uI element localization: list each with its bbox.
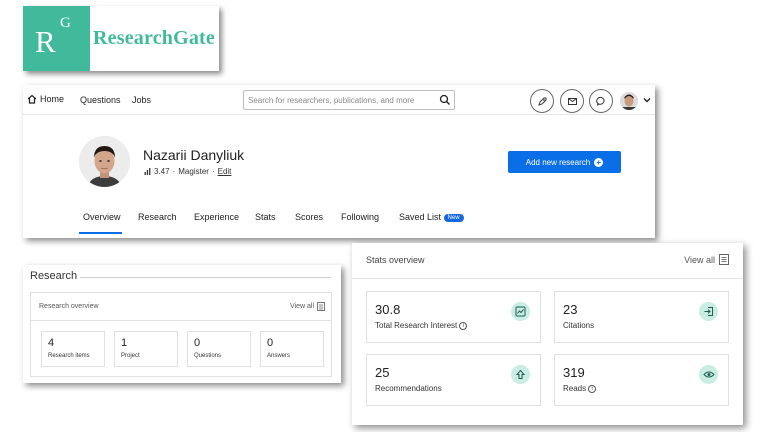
logo-mark-r: R	[35, 24, 56, 59]
meta-separator-2: ·	[211, 167, 215, 176]
answers-stat[interactable]: 0 Answers	[260, 331, 324, 367]
stat-value: 30.8	[375, 302, 401, 317]
meta-separator: ·	[172, 167, 176, 176]
researchgate-logo[interactable]: R G ResearchGate	[23, 6, 219, 71]
profile-degree: Magister	[178, 167, 209, 176]
logo-mark: R G	[23, 6, 90, 71]
logo-wordmark: ResearchGate	[93, 27, 215, 49]
tab-saved-list[interactable]: Saved List New	[399, 212, 464, 222]
recommendations-card[interactable]: 25 Recommendations	[366, 354, 541, 406]
stat-value: 23	[563, 302, 578, 317]
nav-home[interactable]: Home	[27, 94, 64, 104]
list-icon	[317, 302, 325, 311]
stat-label: Reads	[563, 384, 587, 393]
research-interest-score: 3.47	[154, 167, 170, 176]
total-research-interest-card[interactable]: 30.8 Total Research Interest i	[366, 291, 541, 343]
logo-mark-g: G	[60, 15, 71, 31]
add-new-research-button[interactable]: Add new research +	[508, 151, 621, 173]
stat-value: 4	[48, 337, 55, 349]
tab-saved-list-label: Saved List	[399, 212, 442, 222]
stat-value: 1	[121, 337, 128, 349]
research-view-all-link[interactable]: View all	[290, 302, 325, 311]
boost-button[interactable]	[530, 89, 554, 113]
stat-label-row: Citations	[563, 321, 594, 330]
view-all-label: View all	[290, 303, 314, 310]
stat-label: Research items	[48, 353, 90, 359]
messages-button[interactable]	[560, 89, 584, 113]
search-placeholder: Search for researchers, publications, an…	[248, 96, 415, 105]
research-overview-title: Research overview	[39, 303, 99, 310]
stat-label-row: Recommendations	[375, 384, 442, 393]
citations-card[interactable]: 23 Citations	[554, 291, 729, 343]
tab-research[interactable]: Research	[138, 212, 177, 222]
info-icon[interactable]: i	[588, 384, 597, 393]
stat-label: Citations	[563, 321, 595, 330]
stat-value: 319	[563, 365, 585, 380]
stat-label: Project	[121, 353, 140, 359]
view-all-label: View all	[684, 254, 715, 265]
tab-experience[interactable]: Experience	[194, 212, 239, 222]
research-items-stat[interactable]: 4 Research items	[41, 331, 105, 367]
stats-header: Stats overview View all	[352, 243, 743, 279]
chart-icon	[511, 302, 530, 321]
research-panel: Research Research overview View all 4 Re…	[23, 265, 341, 383]
info-icon[interactable]: i	[459, 321, 468, 330]
project-stat[interactable]: 1 Project	[114, 331, 178, 367]
questions-stat[interactable]: 0 Questions	[187, 331, 251, 367]
top-navigation: Home Questions Jobs Search for researche…	[23, 85, 655, 115]
stats-overview-panel: Stats overview View all 30.8 Total Resea…	[352, 243, 743, 425]
search-input[interactable]: Search for researchers, publications, an…	[243, 90, 455, 110]
stat-label: Questions	[194, 353, 222, 359]
research-overview-header: Research overview View all	[31, 293, 331, 321]
edit-link[interactable]: Edit	[218, 167, 232, 176]
profile-panel: Home Questions Jobs Search for researche…	[23, 85, 655, 238]
profile-name: Nazarii Danyliuk	[143, 147, 245, 163]
signal-bars-icon	[144, 168, 151, 175]
home-icon	[27, 94, 37, 104]
new-badge: New	[443, 214, 464, 222]
stats-view-all-link[interactable]: View all	[684, 254, 729, 265]
stat-label-row: Total Research Interest i	[375, 321, 468, 330]
tab-overview[interactable]: Overview	[83, 212, 121, 222]
tab-following[interactable]: Following	[341, 212, 379, 222]
tab-scores[interactable]: Scores	[295, 212, 323, 222]
arrow-up-icon	[511, 365, 530, 384]
nav-jobs[interactable]: Jobs	[132, 95, 151, 105]
research-section-title: Research	[30, 270, 78, 282]
chevron-down-icon[interactable]	[643, 96, 651, 104]
reads-card[interactable]: 319 Reads i	[554, 354, 729, 406]
profile-avatar[interactable]	[79, 136, 130, 187]
stat-label: Answers	[267, 353, 291, 359]
stat-value: 25	[375, 365, 390, 380]
research-overview-card: Research overview View all 4 Research it…	[30, 292, 332, 377]
eye-icon	[699, 365, 718, 384]
chat-icon	[595, 96, 604, 106]
search-icon[interactable]	[439, 94, 451, 106]
stat-value: 0	[267, 337, 274, 349]
stat-value: 0	[194, 337, 201, 349]
notifications-button[interactable]	[589, 89, 613, 113]
login-icon	[699, 302, 718, 321]
active-tab-indicator	[79, 232, 122, 234]
tab-stats[interactable]: Stats	[255, 212, 276, 222]
mail-icon	[567, 97, 577, 105]
list-icon	[719, 254, 729, 265]
stats-title: Stats overview	[366, 255, 425, 265]
plus-icon: +	[594, 157, 604, 167]
section-divider	[80, 277, 331, 278]
stat-label: Total Research Interest	[375, 321, 458, 330]
user-avatar-small[interactable]	[620, 92, 638, 110]
rocket-icon	[537, 97, 546, 106]
nav-home-label: Home	[40, 94, 65, 104]
stat-label-row: Reads i	[563, 384, 597, 393]
profile-meta: 3.47 · Magister · Edit	[144, 167, 231, 176]
nav-questions[interactable]: Questions	[80, 95, 121, 105]
add-new-research-label: Add new research	[525, 157, 591, 167]
stat-label: Recommendations	[375, 384, 442, 393]
